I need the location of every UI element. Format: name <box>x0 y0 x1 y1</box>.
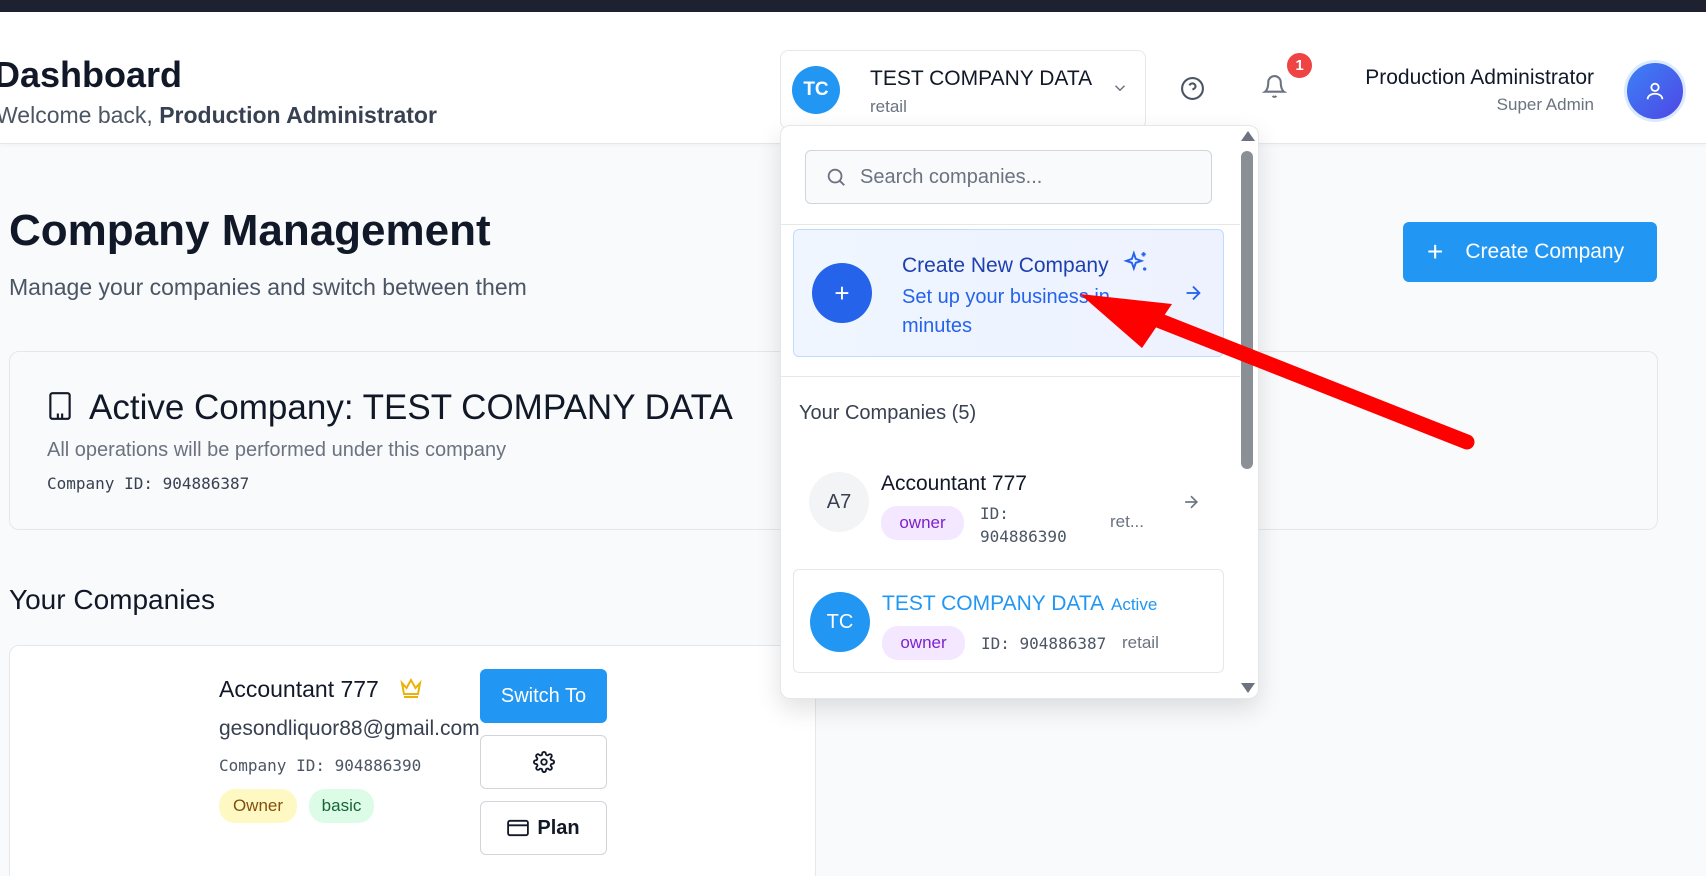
company-card-name: Accountant 777 <box>219 676 379 702</box>
create-new-company-title: Create New Company <box>902 254 1109 277</box>
plan-button-label: Plan <box>537 816 580 839</box>
company-list-item-type: retail <box>1122 633 1159 652</box>
company-list-item-name: TEST COMPANY DATA <box>882 592 1105 615</box>
create-company-button[interactable]: + Create Company <box>1403 222 1657 282</box>
help-icon[interactable] <box>1180 76 1205 101</box>
create-new-company-option[interactable]: + Create New Company Set up your busines… <box>793 229 1224 357</box>
welcome-prefix: Welcome back, <box>0 102 160 128</box>
role-badge: owner <box>882 626 965 660</box>
sparkle-icon <box>1123 250 1147 272</box>
your-companies-count-label: Your Companies (5) <box>799 402 977 424</box>
search-icon <box>827 168 845 186</box>
user-icon <box>1646 82 1664 100</box>
credit-card-icon <box>507 819 530 837</box>
create-company-label: Create Company <box>1465 240 1625 263</box>
company-avatar: TC <box>810 592 870 652</box>
plan-badge: basic <box>309 789 374 823</box>
user-name: Production Administrator <box>1365 66 1594 89</box>
gear-icon <box>532 751 555 773</box>
chevron-down-icon <box>1114 85 1126 92</box>
window-top-strip <box>0 0 1706 12</box>
arrow-right-icon <box>1186 285 1201 301</box>
company-switcher-type: retail <box>870 97 907 116</box>
dropdown-divider <box>781 224 1240 225</box>
company-card-email: gesondliquor88@gmail.com <box>219 717 480 740</box>
notification-badge: 1 <box>1285 51 1314 80</box>
role-badge: Owner <box>219 789 297 823</box>
company-list-item-name: Accountant 777 <box>881 472 1027 495</box>
company-search-input[interactable] <box>860 163 1200 191</box>
company-search-box[interactable] <box>805 150 1212 204</box>
page-header-title: Dashboard <box>0 54 183 95</box>
company-card-id: Company ID: 904886390 <box>219 756 422 775</box>
company-avatar: A7 <box>809 472 869 532</box>
plus-icon: + <box>1427 236 1444 267</box>
plan-button[interactable]: Plan <box>480 801 607 855</box>
company-list-item-id-value: 904886390 <box>980 527 1067 546</box>
role-badge: owner <box>881 506 964 540</box>
switch-to-button[interactable]: Switch To <box>480 669 607 723</box>
building-icon <box>49 392 71 420</box>
company-switcher-name: TEST COMPANY DATA <box>870 67 1093 90</box>
plus-icon: + <box>812 263 872 323</box>
company-list-item-type: ret... <box>1110 512 1145 531</box>
active-company-description: All operations will be performed under t… <box>47 439 507 461</box>
dropdown-divider <box>781 376 1240 377</box>
page-title: Company Management <box>9 206 491 255</box>
company-card: Accountant 777 gesondliquor88@gmail.com … <box>9 645 816 876</box>
crown-icon <box>400 677 422 698</box>
bell-icon[interactable] <box>1262 74 1287 99</box>
active-company-id: Company ID: 904886387 <box>47 474 250 493</box>
company-switcher[interactable]: TC TEST COMPANY DATA retail <box>780 50 1146 129</box>
dropdown-scrollbar[interactable] <box>1236 125 1259 699</box>
your-companies-heading: Your Companies <box>9 584 215 615</box>
create-new-company-subtitle: Set up your business in minutes <box>902 286 1110 337</box>
scrollbar-thumb[interactable] <box>1241 151 1253 469</box>
company-list-item-active[interactable]: TC TEST COMPANY DATA Active owner ID: 90… <box>793 569 1224 673</box>
active-company-title: Active Company: TEST COMPANY DATA <box>89 388 733 427</box>
user-role: Super Admin <box>1496 95 1594 114</box>
company-list-item[interactable]: A7 Accountant 777 owner ID: 904886390 re… <box>793 450 1224 554</box>
company-dropdown: + Create New Company Set up your busines… <box>780 125 1259 699</box>
scroll-up-arrow[interactable] <box>1241 131 1255 141</box>
company-list-item-id-label: ID: <box>980 504 1009 523</box>
user-avatar[interactable] <box>1624 60 1686 122</box>
active-label: Active <box>1111 595 1158 614</box>
welcome-user-name: Production Administrator <box>159 102 437 128</box>
company-list-item-id: ID: 904886387 <box>981 634 1107 653</box>
company-avatar: TC <box>792 66 840 114</box>
arrow-right-icon <box>1185 495 1199 509</box>
page-subtitle: Manage your companies and switch between… <box>9 274 527 300</box>
settings-button[interactable] <box>480 735 607 789</box>
scroll-down-arrow[interactable] <box>1241 683 1255 693</box>
welcome-message: Welcome back, Production Administrator <box>0 102 437 129</box>
